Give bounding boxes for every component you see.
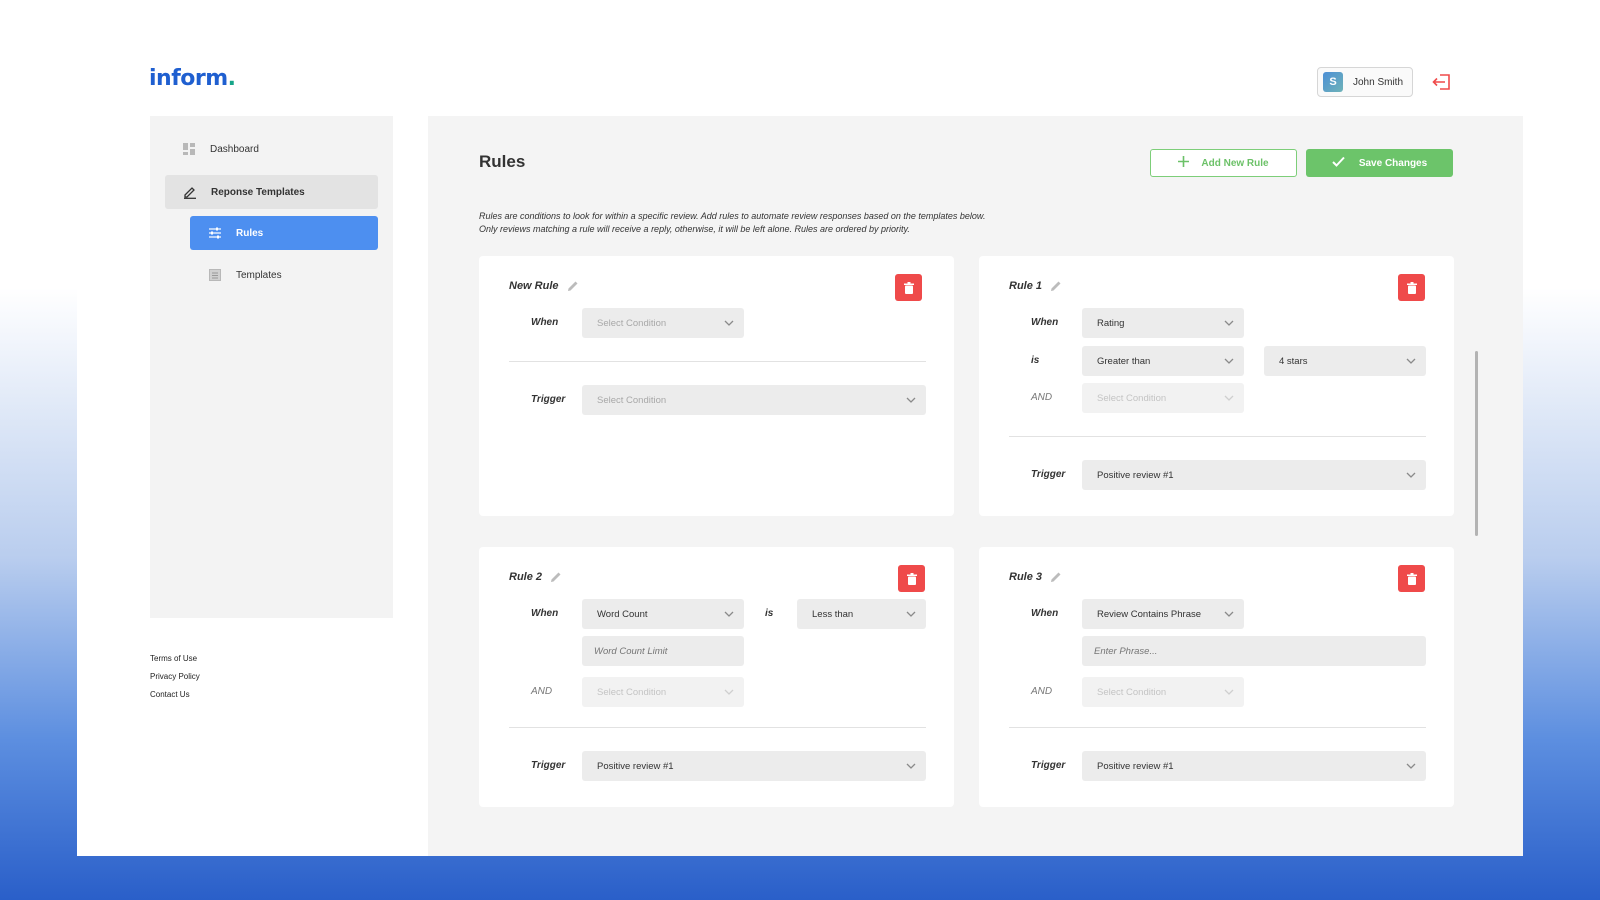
delete-rule-button[interactable] [895,274,922,301]
rule-card-3: Rule 3 When Review Contains Phrase AND S… [979,547,1454,807]
sidebar-item-templates[interactable]: Templates [208,258,378,292]
trash-icon [906,572,917,585]
sidebar-item-rules[interactable]: Rules [190,216,378,250]
chevron-down-icon [906,397,916,403]
rule-title[interactable]: Rule 2 [509,571,562,583]
trash-icon [903,281,914,294]
sidebar-item-label: Templates [236,269,282,281]
chevron-down-icon [1406,763,1416,769]
chevron-down-icon [724,689,734,695]
trigger-select[interactable]: Positive review #1 [1082,751,1426,781]
trigger-label: Trigger [531,760,566,771]
sidebar-item-dashboard[interactable]: Dashboard [182,132,382,166]
is-label: is [1031,355,1040,366]
sliders-icon [208,226,222,240]
is-label: is [765,608,774,619]
scrollbar[interactable] [1475,351,1478,536]
page-description: Rules are conditions to look for within … [479,211,986,234]
chevron-down-icon [1406,358,1416,364]
trigger-select[interactable]: Positive review #1 [582,751,926,781]
privacy-link[interactable]: Privacy Policy [150,668,200,686]
logo: inform. [149,66,236,91]
pen-icon [183,185,197,199]
chevron-down-icon [724,320,734,326]
chevron-down-icon [1224,611,1234,617]
pencil-icon [1051,281,1061,291]
trigger-label: Trigger [1031,760,1066,771]
and-condition-select[interactable]: Select Condition [1082,383,1244,413]
sidebar-item-response-templates[interactable]: Reponse Templates [165,175,378,209]
rule-card-new: New Rule When Select Condition Trigger S… [479,256,954,516]
chevron-down-icon [1406,472,1416,478]
operator-select[interactable]: Less than [797,599,926,629]
and-condition-select[interactable]: Select Condition [1082,677,1244,707]
document-icon [208,268,222,282]
trigger-select[interactable]: Positive review #1 [1082,460,1426,490]
operator-select[interactable]: Greater than [1082,346,1244,376]
pencil-icon [567,281,578,291]
delete-rule-button[interactable] [1398,274,1425,301]
chevron-down-icon [906,763,916,769]
when-label: When [531,608,559,619]
rule-card-1: Rule 1 When Rating is Greater than 4 sta… [979,256,1454,516]
contact-link[interactable]: Contact Us [150,686,200,704]
logout-icon[interactable] [1432,73,1452,91]
terms-link[interactable]: Terms of Use [150,650,200,668]
rule-title[interactable]: New Rule [509,280,579,292]
rule-title[interactable]: Rule 3 [1009,571,1062,583]
when-condition-select[interactable]: Select Condition [582,308,744,338]
sidebar: Dashboard Reponse Templates Rules Templa… [150,116,393,618]
when-condition-select[interactable]: Rating [1082,308,1244,338]
pencil-icon [551,572,561,582]
user-name: John Smith [1353,76,1404,88]
add-new-rule-button[interactable]: Add New Rule [1150,149,1297,177]
and-label: AND [1031,686,1053,697]
rule-card-2: Rule 2 When Word Count is Less than AND … [479,547,954,807]
plus-icon [1178,156,1190,170]
phrase-input[interactable] [1082,636,1426,666]
chevron-down-icon [906,611,916,617]
sidebar-item-label: Rules [236,227,264,239]
trash-icon [1406,572,1417,585]
sidebar-item-label: Reponse Templates [211,186,305,198]
when-label: When [531,317,559,328]
value-select[interactable]: 4 stars [1264,346,1426,376]
chevron-down-icon [1224,395,1234,401]
chevron-down-icon [1224,320,1234,326]
chevron-down-icon [1224,358,1234,364]
check-icon [1332,156,1345,170]
and-label: AND [1031,392,1053,403]
delete-rule-button[interactable] [898,565,925,592]
and-label: AND [531,686,553,697]
trash-icon [1406,281,1417,294]
pencil-icon [1051,572,1061,582]
chevron-down-icon [724,611,734,617]
trigger-select[interactable]: Select Condition [582,385,926,415]
word-count-limit-input[interactable] [582,636,744,666]
user-menu[interactable]: S John Smith [1317,67,1413,97]
and-condition-select[interactable]: Select Condition [582,677,744,707]
footer-links: Terms of Use Privacy Policy Contact Us [150,650,200,704]
when-label: When [1031,608,1059,619]
save-changes-button[interactable]: Save Changes [1306,149,1453,177]
when-label: When [1031,317,1059,328]
trigger-label: Trigger [531,394,566,405]
main-panel: Rules Add New Rule Save Changes Rules ar… [428,116,1523,856]
chevron-down-icon [1224,689,1234,695]
page-title: Rules [479,152,526,171]
app-window: inform. S John Smith Dashboard Reponse T… [77,0,1523,856]
dashboard-icon [182,142,196,156]
sidebar-item-label: Dashboard [210,143,259,155]
trigger-label: Trigger [1031,469,1066,480]
when-condition-select[interactable]: Word Count [582,599,744,629]
rule-title[interactable]: Rule 1 [1009,280,1062,292]
when-condition-select[interactable]: Review Contains Phrase [1082,599,1244,629]
avatar: S [1323,72,1343,92]
delete-rule-button[interactable] [1398,565,1425,592]
